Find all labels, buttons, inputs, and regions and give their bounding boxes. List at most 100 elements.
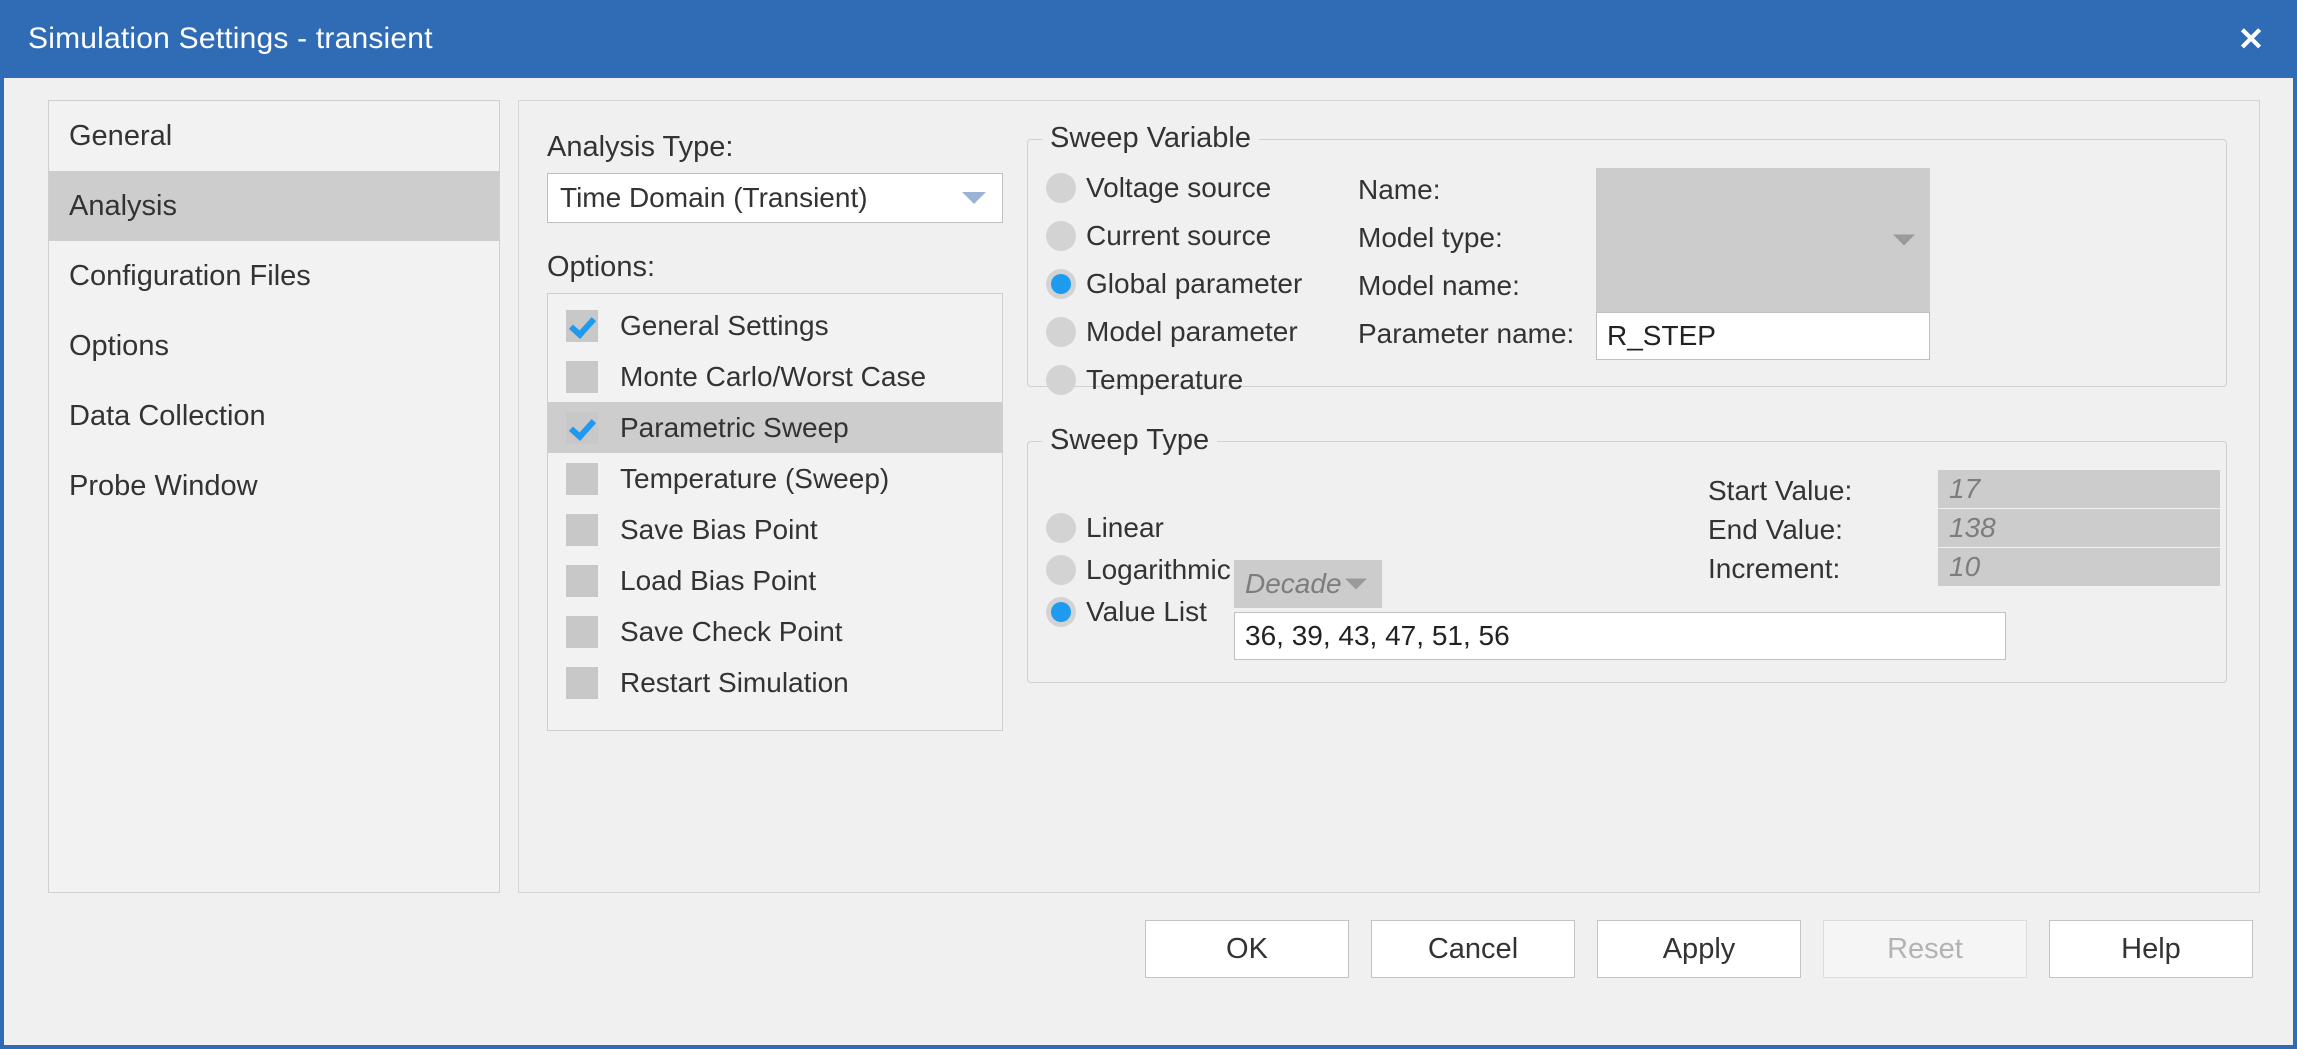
field-label: Model name: xyxy=(1358,270,1520,302)
sweep-type-radio-linear[interactable]: Linear xyxy=(1046,512,1164,544)
option-row[interactable]: Save Check Point xyxy=(548,606,1002,657)
checkbox-checked-icon[interactable] xyxy=(566,310,598,342)
sidebar-item-label: General xyxy=(69,120,172,153)
range-field-input-increment: 10 xyxy=(1938,548,2220,586)
sweep-variable-group: Sweep Variable Voltage sourceCurrent sou… xyxy=(1027,139,2227,387)
radio-label: Logarithmic xyxy=(1086,554,1231,586)
analysis-options-list[interactable]: General Settings Monte Carlo/Worst Case Pa… xyxy=(547,293,1003,731)
radio-label: Temperature xyxy=(1086,364,1243,396)
analysis-type-value: Time Domain (Transient) xyxy=(560,182,868,214)
sidebar-item-data-collection[interactable]: Data Collection xyxy=(49,381,499,451)
radio-unselected-icon[interactable] xyxy=(1046,317,1076,347)
option-row[interactable]: Temperature (Sweep) xyxy=(548,453,1002,504)
value-list-value: 36, 39, 43, 47, 51, 56 xyxy=(1245,620,1510,652)
radio-selected-icon[interactable] xyxy=(1046,597,1076,627)
option-row[interactable]: Save Bias Point xyxy=(548,504,1002,555)
sidebar-item-label: Data Collection xyxy=(69,400,266,433)
range-field-value: 138 xyxy=(1949,512,1996,544)
analysis-type-label: Analysis Type: xyxy=(547,131,1003,164)
close-icon[interactable]: ✕ xyxy=(2205,0,2297,78)
checkbox-unchecked-icon[interactable] xyxy=(566,463,598,495)
title-bar: Simulation Settings - transient ✕ xyxy=(0,0,2297,78)
sweep-variable-radio-model-parameter[interactable]: Model parameter xyxy=(1046,316,1298,348)
option-row[interactable]: Monte Carlo/Worst Case xyxy=(548,351,1002,402)
chevron-down-icon xyxy=(1893,235,1915,246)
radio-unselected-icon[interactable] xyxy=(1046,513,1076,543)
simulation-settings-dialog: Simulation Settings - transient ✕ Genera… xyxy=(0,0,2297,1049)
sidebar-item-label: Analysis xyxy=(69,190,177,223)
option-label: Temperature (Sweep) xyxy=(620,463,889,495)
apply-button[interactable]: Apply xyxy=(1597,920,1801,978)
button-label: OK xyxy=(1226,933,1268,966)
sweep-type-group: Sweep Type LinearLogarithmicValue List D… xyxy=(1027,441,2227,683)
analysis-type-select[interactable]: Time Domain (Transient) xyxy=(547,173,1003,223)
sweep-variable-radio-temperature[interactable]: Temperature xyxy=(1046,364,1243,396)
sidebar-item-general[interactable]: General xyxy=(49,101,499,171)
range-field-label: End Value: xyxy=(1708,514,1843,546)
analysis-content-panel: Analysis Type: Time Domain (Transient) O… xyxy=(518,100,2260,893)
field-input-parameter-name[interactable]: R_STEP xyxy=(1596,312,1930,360)
sidebar-item-label: Probe Window xyxy=(69,470,258,503)
settings-category-list[interactable]: General Analysis Configuration Files Option… xyxy=(48,100,500,893)
sidebar-item-configuration-files[interactable]: Configuration Files xyxy=(49,241,499,311)
radio-label: Current source xyxy=(1086,220,1271,252)
radio-unselected-icon[interactable] xyxy=(1046,555,1076,585)
dialog-button-bar: OK Cancel Apply Reset Help xyxy=(4,920,2293,978)
radio-label: Linear xyxy=(1086,512,1164,544)
reset-button: Reset xyxy=(1823,920,2027,978)
radio-selected-icon[interactable] xyxy=(1046,269,1076,299)
option-label: General Settings xyxy=(620,310,829,342)
field-input-model-type xyxy=(1596,216,1930,264)
checkbox-unchecked-icon[interactable] xyxy=(566,361,598,393)
option-label: Save Bias Point xyxy=(620,514,818,546)
field-input-name xyxy=(1596,168,1930,216)
option-label: Parametric Sweep xyxy=(620,412,849,444)
log-scale-value: Decade xyxy=(1245,568,1342,600)
range-field-input-end-value: 138 xyxy=(1938,509,2220,547)
sidebar-item-label: Configuration Files xyxy=(69,260,311,293)
field-input-model-name xyxy=(1596,264,1930,312)
field-label: Name: xyxy=(1358,174,1440,206)
option-row[interactable]: Load Bias Point xyxy=(548,555,1002,606)
button-label: Help xyxy=(2121,933,2181,966)
sidebar-item-probe-window[interactable]: Probe Window xyxy=(49,451,499,521)
sweep-variable-radio-global-parameter[interactable]: Global parameter xyxy=(1046,268,1302,300)
sidebar-item-options[interactable]: Options xyxy=(49,311,499,381)
radio-unselected-icon[interactable] xyxy=(1046,173,1076,203)
sidebar-item-analysis[interactable]: Analysis xyxy=(49,171,499,241)
cancel-button[interactable]: Cancel xyxy=(1371,920,1575,978)
range-field-input-start-value: 17 xyxy=(1938,470,2220,508)
option-label: Monte Carlo/Worst Case xyxy=(620,361,926,393)
option-row[interactable]: General Settings xyxy=(548,300,1002,351)
chevron-down-icon xyxy=(962,192,986,204)
checkbox-unchecked-icon[interactable] xyxy=(566,514,598,546)
option-label: Restart Simulation xyxy=(620,667,849,699)
value-list-input[interactable]: 36, 39, 43, 47, 51, 56 xyxy=(1234,612,2006,660)
checkbox-unchecked-icon[interactable] xyxy=(566,667,598,699)
range-field-value: 17 xyxy=(1949,473,1980,505)
radio-unselected-icon[interactable] xyxy=(1046,365,1076,395)
option-row[interactable]: Parametric Sweep xyxy=(548,402,1002,453)
chevron-down-icon xyxy=(1345,579,1367,590)
sweep-type-radio-value-list[interactable]: Value List xyxy=(1046,596,1207,628)
radio-label: Global parameter xyxy=(1086,268,1302,300)
sweep-variable-radio-voltage-source[interactable]: Voltage source xyxy=(1046,172,1271,204)
range-field-label: Start Value: xyxy=(1708,475,1852,507)
help-button[interactable]: Help xyxy=(2049,920,2253,978)
sweep-variable-radio-current-source[interactable]: Current source xyxy=(1046,220,1271,252)
sweep-variable-title: Sweep Variable xyxy=(1042,122,1259,155)
sidebar-item-label: Options xyxy=(69,330,169,363)
checkbox-checked-icon[interactable] xyxy=(566,412,598,444)
log-scale-select: Decade xyxy=(1234,560,1382,608)
checkbox-unchecked-icon[interactable] xyxy=(566,616,598,648)
checkbox-unchecked-icon[interactable] xyxy=(566,565,598,597)
analysis-left-column: Analysis Type: Time Domain (Transient) O… xyxy=(547,131,1003,731)
radio-label: Voltage source xyxy=(1086,172,1271,204)
field-label: Model type: xyxy=(1358,222,1503,254)
radio-unselected-icon[interactable] xyxy=(1046,221,1076,251)
field-label: Parameter name: xyxy=(1358,318,1574,350)
option-row[interactable]: Restart Simulation xyxy=(548,657,1002,708)
ok-button[interactable]: OK xyxy=(1145,920,1349,978)
range-field-label: Increment: xyxy=(1708,553,1840,585)
sweep-type-radio-logarithmic[interactable]: Logarithmic xyxy=(1046,554,1231,586)
